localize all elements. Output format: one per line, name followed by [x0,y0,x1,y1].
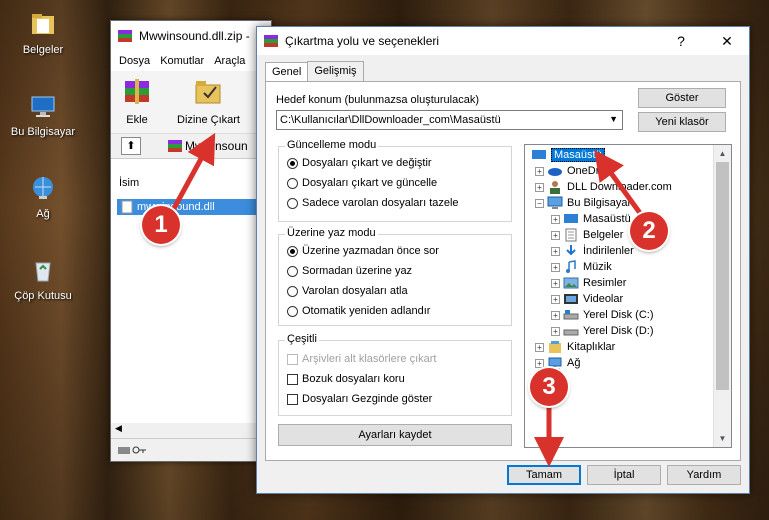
step-badge-3: 3 [530,368,568,406]
arrow-to-extract-button [169,132,216,214]
annotation-arrows [169,132,648,467]
step-badge-2: 2 [630,212,668,250]
step-badge-1: 1 [142,206,180,244]
arrow-to-desktop-folder [594,149,648,222]
